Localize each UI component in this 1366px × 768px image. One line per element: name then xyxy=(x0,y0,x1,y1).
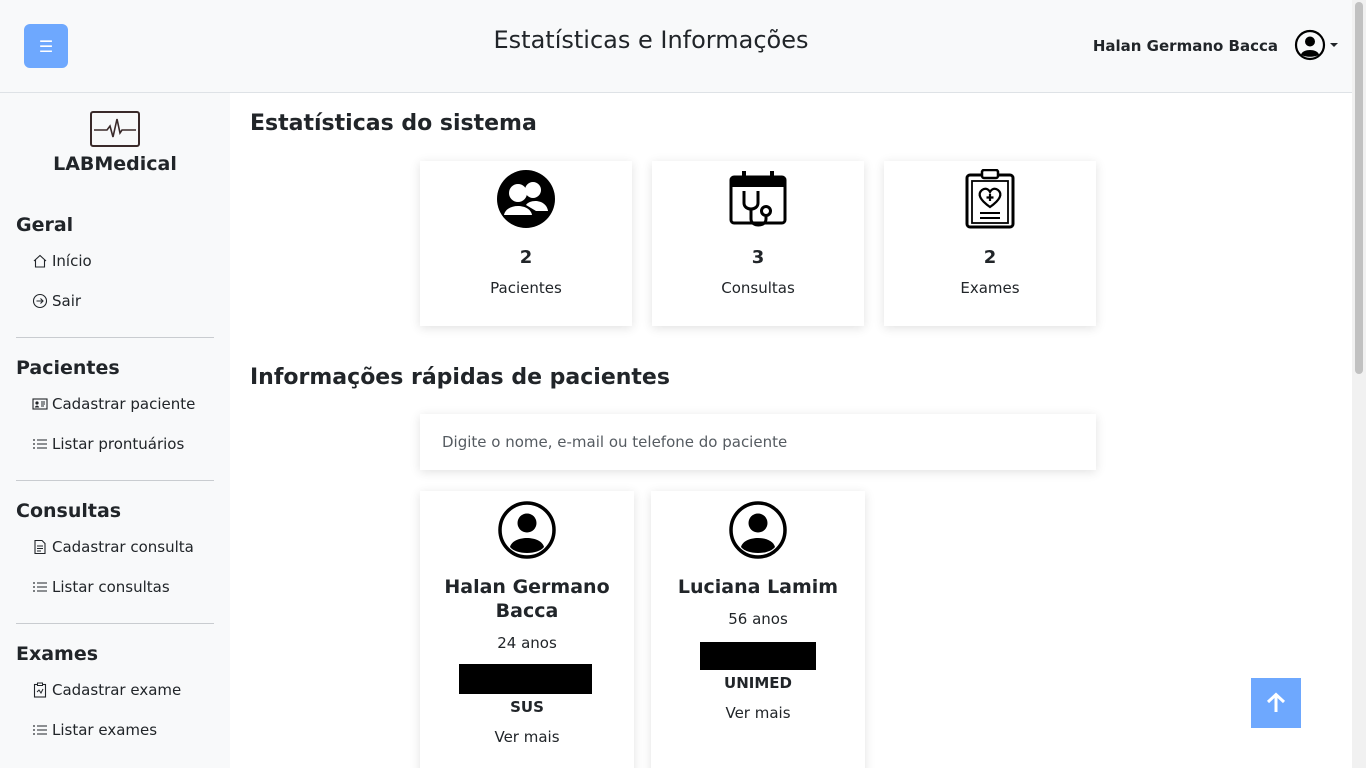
sidebar-section-consultas: Consultas xyxy=(16,500,122,522)
home-icon xyxy=(33,254,47,268)
sidebar-divider xyxy=(16,623,214,624)
list-icon xyxy=(33,582,47,592)
user-name: Halan Germano Bacca xyxy=(1092,37,1278,55)
patient-name: Halan Germano Bacca xyxy=(444,576,610,622)
sidebar-item-listar-prontuarios[interactable]: Listar prontuários xyxy=(32,435,184,453)
back-to-top-button[interactable] xyxy=(1251,678,1301,728)
clipboard-heart-icon xyxy=(965,169,1015,229)
sidebar-item-label: Listar prontuários xyxy=(52,435,185,453)
patient-search-input[interactable] xyxy=(420,414,1096,470)
stat-card-consultas: 3 Consultas xyxy=(652,161,864,326)
redacted-info xyxy=(700,642,816,670)
sidebar-item-label: Início xyxy=(52,252,92,270)
patient-plan: UNIMED xyxy=(724,674,792,692)
sidebar: LABMedical Geral Início Sair Pacientes C… xyxy=(0,93,230,768)
sidebar-item-label: Listar consultas xyxy=(52,578,170,596)
user-avatar-icon xyxy=(1294,29,1326,61)
sidebar-item-inicio[interactable]: Início xyxy=(32,252,92,270)
redacted-info xyxy=(459,664,592,694)
sidebar-section-pacientes: Pacientes xyxy=(16,357,120,379)
sidebar-item-label: Cadastrar paciente xyxy=(52,395,196,413)
stat-value: 3 xyxy=(751,247,765,268)
stat-value: 2 xyxy=(983,247,997,268)
user-menu-dropdown[interactable] xyxy=(1294,29,1338,61)
sidebar-section-geral: Geral xyxy=(16,214,74,236)
patients-heading: Informações rápidas de pacientes xyxy=(250,365,670,390)
sidebar-item-cadastrar-consulta[interactable]: Cadastrar consulta xyxy=(32,538,194,556)
user-avatar-icon xyxy=(729,501,787,559)
patient-age: 56 anos xyxy=(728,610,788,628)
document-icon xyxy=(34,539,46,555)
brand-name: LABMedical xyxy=(53,153,177,175)
see-more-link[interactable]: Ver mais xyxy=(651,704,865,722)
sidebar-item-label: Sair xyxy=(52,292,82,310)
logout-icon xyxy=(32,293,48,309)
stat-value: 2 xyxy=(519,247,533,268)
sidebar-item-label: Listar exames xyxy=(52,721,158,739)
sidebar-divider xyxy=(16,337,214,338)
sidebar-divider xyxy=(16,480,214,481)
patient-card: Luciana Lamim 56 anos UNIMED Ver mais xyxy=(651,491,865,768)
id-card-icon xyxy=(32,398,48,410)
patient-name: Luciana Lamim xyxy=(677,576,839,598)
page-scrollbar[interactable] xyxy=(1352,0,1366,768)
sidebar-item-listar-consultas[interactable]: Listar consultas xyxy=(32,578,170,596)
stat-label: Exames xyxy=(960,279,1020,297)
arrow-up-icon xyxy=(1266,692,1286,712)
stat-card-exames: 2 Exames xyxy=(884,161,1096,326)
patient-card: Halan Germano Bacca 24 anos SUS Ver mais xyxy=(420,491,634,768)
sidebar-item-sair[interactable]: Sair xyxy=(32,292,81,310)
sidebar-item-label: Cadastrar exame xyxy=(52,681,182,699)
calendar-stethoscope-icon xyxy=(729,171,787,227)
stat-card-pacientes: 2 Pacientes xyxy=(420,161,632,326)
see-more-link[interactable]: Ver mais xyxy=(420,728,634,746)
sidebar-item-cadastrar-exame[interactable]: Cadastrar exame xyxy=(32,681,181,699)
logo-heartbeat-icon xyxy=(90,111,140,147)
scrollbar-thumb[interactable] xyxy=(1355,2,1363,374)
patient-plan: SUS xyxy=(510,698,544,716)
sidebar-item-cadastrar-paciente[interactable]: Cadastrar paciente xyxy=(32,395,195,413)
patients-icon xyxy=(497,170,555,228)
stats-heading: Estatísticas do sistema xyxy=(250,111,537,136)
user-avatar-icon xyxy=(498,501,556,559)
clipboard-icon xyxy=(33,682,47,698)
stat-label: Pacientes xyxy=(490,279,562,297)
chevron-down-icon xyxy=(1330,43,1338,47)
list-icon xyxy=(33,725,47,735)
patient-age: 24 anos xyxy=(497,634,557,652)
sidebar-item-listar-exames[interactable]: Listar exames xyxy=(32,721,157,739)
sidebar-item-label: Cadastrar consulta xyxy=(52,538,194,556)
stat-label: Consultas xyxy=(721,279,795,297)
list-icon xyxy=(33,439,47,449)
top-header: ☰ Estatísticas e Informações Halan Germa… xyxy=(0,0,1352,93)
sidebar-section-exames: Exames xyxy=(16,643,99,665)
